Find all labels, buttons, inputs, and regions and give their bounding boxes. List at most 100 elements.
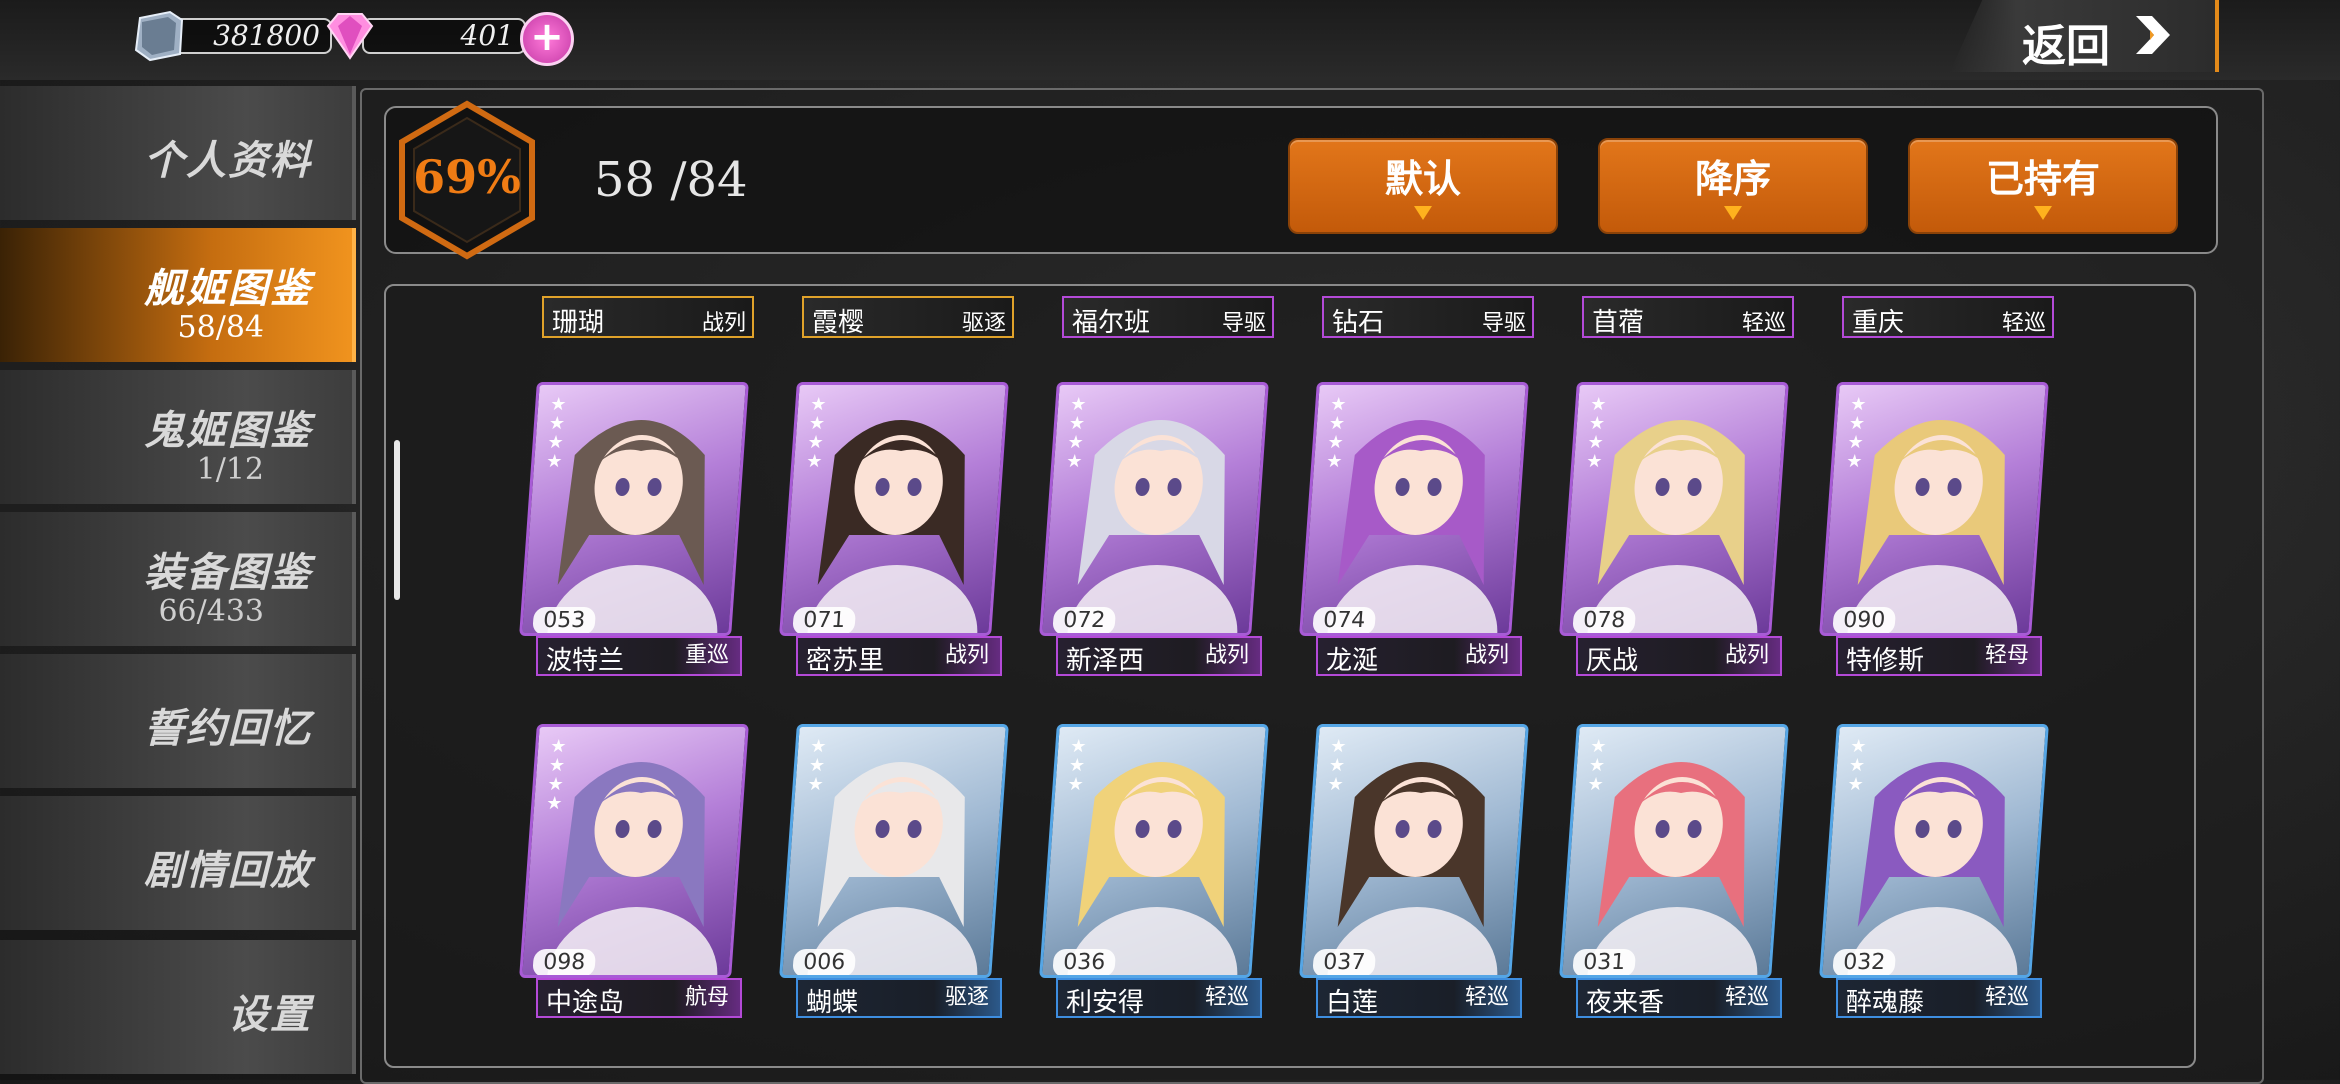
sidebar-item-count: 58/84 [177,310,264,345]
ship-card[interactable]: ★ ★ ★ 031 夜来香 轻巡 [1559,718,1789,1018]
gem-resource: 401 [320,13,526,60]
partial-card-label[interactable]: 珊瑚 战列 [542,296,754,338]
ship-card[interactable]: ★ ★ ★ ★ 071 密苏里 战列 [779,376,1009,676]
card-number: 032 [1832,949,1897,977]
sidebar-item[interactable]: 装备图鉴 66/433 [0,512,356,646]
card-name-bar: 特修斯 轻母 [1836,636,2042,676]
partial-card-label[interactable]: 苜蓿 轻巡 [1582,296,1794,338]
ship-card[interactable]: ★ ★ ★ 032 醉魂藤 轻巡 [1819,718,2049,1018]
card-name: 醉魂藤 [1846,988,1925,1018]
card-number: 053 [532,607,597,635]
diamond-icon [326,13,374,60]
silver-resource: 381800 [130,10,332,62]
sort-default-button[interactable]: 默认 [1288,138,1558,234]
character-portrait: ★ ★ ★ 031 [1559,724,1789,978]
collection-count: 58 /84 [594,152,748,208]
card-name: 福尔班 [1072,308,1151,338]
card-name: 珊瑚 [552,308,605,338]
character-portrait: ★ ★ ★ 037 [1299,724,1529,978]
card-name: 蝴蝶 [806,988,859,1018]
partial-card-label[interactable]: 霞樱 驱逐 [802,296,1014,338]
sidebar-item-label: 剧情回放 [144,847,312,894]
rarity-stars-icon: ★ ★ ★ [1846,736,1868,795]
ship-card[interactable]: ★ ★ ★ 037 白莲 轻巡 [1299,718,1529,1018]
card-name-bar: 夜来香 轻巡 [1576,978,1782,1018]
card-type: 导驱 [1481,311,1526,336]
card-type: 航母 [674,980,740,1016]
character-portrait: ★ ★ ★ ★ 090 [1819,382,2049,636]
back-button[interactable]: 返回 [1950,0,2219,72]
sidebar-item[interactable]: 舰姬图鉴 58/84 [0,228,356,362]
sidebar-item-count: 66/433 [158,594,264,629]
card-number: 074 [1312,607,1377,635]
card-type: 轻巡 [2001,311,2046,336]
scrollbar[interactable] [394,440,400,600]
sidebar-item-label: 个人资料 [144,137,312,184]
card-number: 090 [1832,607,1897,635]
card-number: 006 [792,949,857,977]
dropdown-arrow-icon [1414,206,1432,220]
character-portrait: ★ ★ ★ ★ 072 [1039,382,1269,636]
character-portrait: ★ ★ ★ ★ 078 [1559,382,1789,636]
sort-order-label: 降序 [1694,157,1771,201]
partial-card-label[interactable]: 福尔班 导驱 [1062,296,1274,338]
card-name: 中途岛 [546,988,625,1018]
card-type: 驱逐 [934,980,1000,1016]
sidebar-item[interactable]: 设置 [0,940,356,1074]
card-name-bar: 醉魂藤 轻巡 [1836,978,2042,1018]
card-number: 071 [792,607,857,635]
sidebar-item-label: 誓约回忆 [144,705,312,752]
card-name: 新泽西 [1066,646,1145,676]
partial-card-label[interactable]: 重庆 轻巡 [1842,296,2054,338]
silver-count: 381800 [168,18,332,54]
dropdown-arrow-icon [2034,206,2052,220]
card-type: 轻巡 [1741,311,1786,336]
card-number: 072 [1052,607,1117,635]
card-type: 轻巡 [1194,980,1260,1016]
card-type: 轻母 [1974,638,2040,674]
sidebar-item[interactable]: 鬼姬图鉴 1/12 [0,370,356,504]
partial-card-label[interactable]: 钻石 导驱 [1322,296,1534,338]
collection-percent: 69% [413,150,521,204]
sort-order-button[interactable]: 降序 [1598,138,1868,234]
card-type: 导驱 [1221,311,1266,336]
character-portrait: ★ ★ ★ 032 [1819,724,2049,978]
card-type: 战列 [1714,638,1780,674]
rarity-stars-icon: ★ ★ ★ [1066,736,1088,795]
rarity-stars-icon: ★ ★ ★ [1586,736,1608,795]
card-name-bar: 蝴蝶 驱逐 [796,978,1002,1018]
ship-card[interactable]: ★ ★ ★ 036 利安得 轻巡 [1039,718,1269,1018]
ship-card[interactable]: ★ ★ ★ ★ 090 特修斯 轻母 [1819,376,2049,676]
ship-card[interactable]: ★ ★ ★ ★ 072 新泽西 战列 [1039,376,1269,676]
sidebar-item-label: 装备图鉴 [144,549,312,596]
card-name: 龙涎 [1326,646,1379,676]
sidebar-item-label: 舰姬图鉴 [144,265,312,312]
top-bar: 381800 401 + 返回 [0,0,2340,80]
character-portrait: ★ ★ ★ ★ 071 [779,382,1009,636]
card-number: 078 [1572,607,1637,635]
gem-count: 401 [362,18,526,54]
card-name-bar: 新泽西 战列 [1056,636,1262,676]
card-name: 霞樱 [812,308,865,338]
ship-card[interactable]: ★ ★ ★ ★ 074 龙涎 战列 [1299,376,1529,676]
sidebar-item[interactable]: 剧情回放 [0,796,356,930]
add-gems-button[interactable]: + [520,12,574,66]
card-name: 特修斯 [1846,646,1925,676]
back-label: 返回 [2022,21,2110,72]
sidebar-item[interactable]: 个人资料 [0,86,356,220]
card-type: 驱逐 [961,311,1006,336]
card-name: 波特兰 [546,646,625,676]
filter-owned-button[interactable]: 已持有 [1908,138,2178,234]
ship-card[interactable]: ★ ★ ★ ★ 053 波特兰 重巡 [519,376,749,676]
card-name-bar: 龙涎 战列 [1316,636,1522,676]
ship-card[interactable]: ★ ★ ★ ★ 098 中途岛 航母 [519,718,749,1018]
card-name-bar: 厌战 战列 [1576,636,1782,676]
card-name: 密苏里 [806,646,885,676]
ship-card[interactable]: ★ ★ ★ ★ 078 厌战 战列 [1559,376,1789,676]
ship-card[interactable]: ★ ★ ★ 006 蝴蝶 驱逐 [779,718,1009,1018]
rarity-stars-icon: ★ ★ ★ [806,736,828,795]
card-number: 036 [1052,949,1117,977]
card-name: 夜来香 [1586,988,1665,1018]
sidebar-item[interactable]: 誓约回忆 [0,654,356,788]
card-number: 031 [1572,949,1637,977]
